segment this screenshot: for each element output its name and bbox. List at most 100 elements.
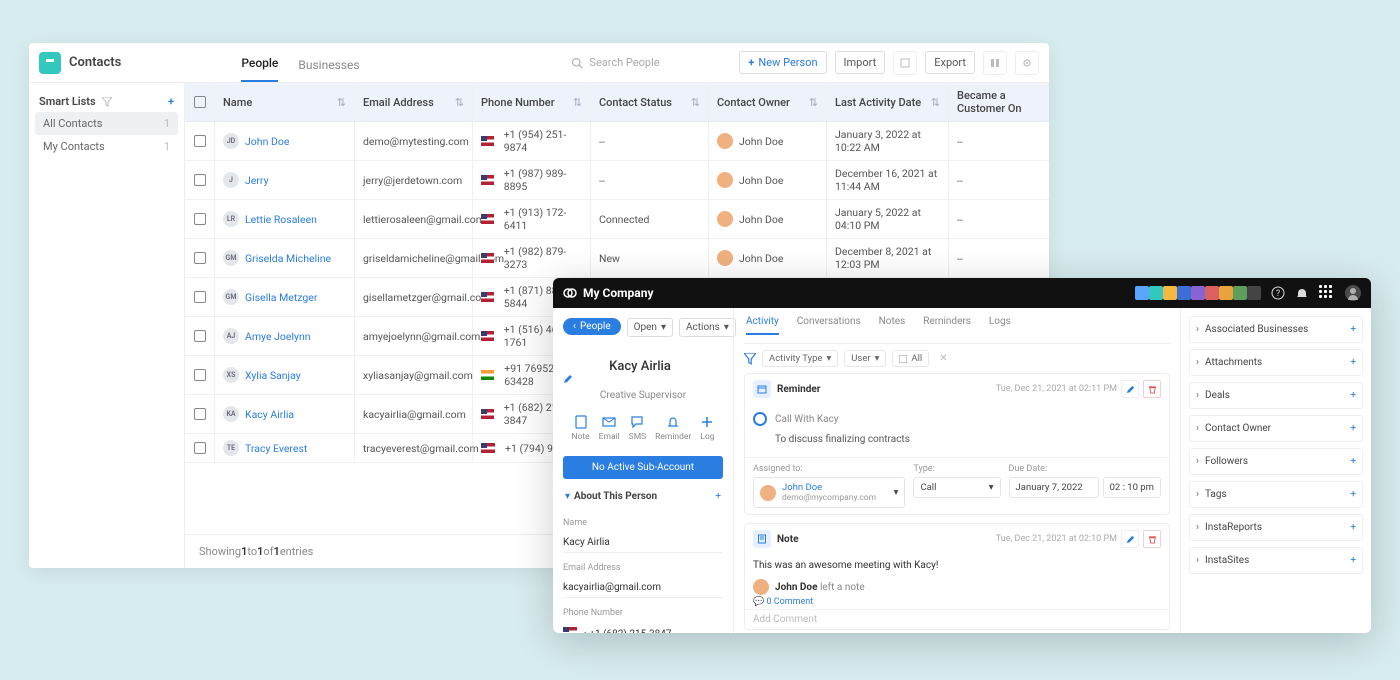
accordion-item[interactable]: ›Attachments+: [1189, 349, 1363, 376]
accordion-item[interactable]: ›InstaReports+: [1189, 514, 1363, 541]
table-row[interactable]: JDJohn Doedemo@mytesting.com+1 (954) 251…: [185, 122, 1049, 161]
field-email-value[interactable]: kacyairlia@gmail.com: [563, 579, 723, 598]
add-button[interactable]: +: [1350, 357, 1356, 368]
row-checkbox[interactable]: [185, 278, 215, 316]
select-all-checkbox[interactable]: [185, 83, 215, 121]
search-input[interactable]: Search People: [571, 56, 731, 69]
add-button[interactable]: +: [1350, 390, 1356, 401]
comment-count[interactable]: 💬 0 Comment: [745, 595, 1169, 609]
accordion-item[interactable]: ›InstaSites+: [1189, 547, 1363, 574]
tab-activity[interactable]: Activity: [746, 316, 779, 335]
row-checkbox[interactable]: [185, 395, 215, 433]
all-filter[interactable]: All: [892, 350, 929, 367]
apps-grid-icon[interactable]: [1319, 285, 1335, 301]
edit-note-button[interactable]: [1121, 530, 1139, 548]
tab-logs[interactable]: Logs: [989, 316, 1011, 335]
row-checkbox[interactable]: [185, 317, 215, 355]
row-checkbox[interactable]: [185, 434, 215, 462]
back-button[interactable]: ‹ People: [563, 318, 621, 335]
filter-icon[interactable]: [744, 353, 756, 365]
add-list-button[interactable]: +: [168, 95, 174, 108]
row-checkbox[interactable]: [185, 356, 215, 394]
contact-link[interactable]: Lettie Rosaleen: [245, 213, 317, 226]
contact-link[interactable]: John Doe: [245, 135, 289, 148]
add-comment-input[interactable]: Add Comment: [745, 609, 1169, 629]
contact-link[interactable]: Kacy Airlia: [245, 408, 294, 421]
assigned-to-select[interactable]: John Doe demo@mycompany.com ▾: [753, 477, 905, 508]
columns-icon[interactable]: [983, 51, 1007, 75]
column-email[interactable]: Email Address⇅: [355, 83, 473, 121]
accordion-item[interactable]: ›Contact Owner+: [1189, 415, 1363, 442]
edit-reminder-button[interactable]: [1121, 380, 1139, 398]
quick-note[interactable]: Note: [571, 415, 589, 442]
column-activity[interactable]: Last Activity Date⇅: [827, 83, 949, 121]
accordion-item[interactable]: ›Associated Businesses+: [1189, 316, 1363, 343]
row-checkbox[interactable]: [185, 239, 215, 277]
app-tile[interactable]: [1135, 286, 1149, 300]
type-select[interactable]: Call▾: [913, 477, 1000, 498]
bell-icon[interactable]: [1295, 286, 1309, 300]
table-row[interactable]: LRLettie Rosaleenlettierosaleen@gmail.co…: [185, 200, 1049, 239]
accordion-item[interactable]: ›Deals+: [1189, 382, 1363, 409]
contact-link[interactable]: Xylia Sanjay: [245, 369, 301, 382]
contact-link[interactable]: Tracy Everest: [245, 442, 307, 455]
app-tile[interactable]: [1149, 286, 1163, 300]
quick-reminder[interactable]: Reminder: [655, 415, 691, 442]
row-checkbox[interactable]: [185, 161, 215, 199]
delete-note-button[interactable]: [1143, 530, 1161, 548]
app-tile[interactable]: [1233, 286, 1247, 300]
status-dropdown[interactable]: Open ▾: [627, 318, 673, 337]
sidebar-item-my-contacts[interactable]: My Contacts 1: [35, 135, 178, 158]
app-tile[interactable]: [1177, 286, 1191, 300]
export-button[interactable]: Export: [925, 51, 975, 74]
tab-notes[interactable]: Notes: [879, 316, 906, 335]
contact-link[interactable]: Amye Joelynn: [245, 330, 311, 343]
quick-sms[interactable]: SMS: [629, 415, 647, 442]
clear-filters-icon[interactable]: ✕: [939, 353, 947, 364]
tab-people[interactable]: People: [241, 44, 278, 82]
add-field-button[interactable]: +: [715, 491, 721, 502]
add-button[interactable]: +: [1350, 456, 1356, 467]
delete-reminder-button[interactable]: [1143, 380, 1161, 398]
tab-businesses[interactable]: Businesses: [298, 46, 359, 82]
table-row[interactable]: JJerryjerry@jerdetown.com+1 (987) 989-88…: [185, 161, 1049, 200]
column-status[interactable]: Contact Status⇅: [591, 83, 709, 121]
contact-link[interactable]: Gisella Metzger: [245, 291, 317, 304]
add-button[interactable]: +: [1350, 489, 1356, 500]
app-tile[interactable]: [1219, 286, 1233, 300]
task-checkbox[interactable]: [753, 412, 767, 426]
row-checkbox[interactable]: [185, 200, 215, 238]
add-button[interactable]: +: [1350, 522, 1356, 533]
actions-dropdown[interactable]: Actions ▾: [679, 318, 736, 337]
column-owner[interactable]: Contact Owner⇅: [709, 83, 827, 121]
new-person-button[interactable]: + New Person: [739, 51, 826, 74]
import-button[interactable]: Import: [835, 51, 886, 74]
gear-icon[interactable]: [1015, 51, 1039, 75]
activity-type-dropdown[interactable]: Activity Type ▾: [762, 350, 838, 367]
due-date-input[interactable]: January 7, 2022: [1009, 477, 1099, 498]
help-icon[interactable]: ?: [1271, 286, 1285, 300]
table-row[interactable]: GMGriselda Michelinegriseldamicheline@gm…: [185, 239, 1049, 278]
edit-icon[interactable]: [563, 374, 723, 384]
quick-log[interactable]: Log: [700, 415, 714, 442]
user-avatar-icon[interactable]: [1345, 285, 1361, 301]
contact-link[interactable]: Griselda Micheline: [245, 252, 331, 265]
add-button[interactable]: +: [1350, 324, 1356, 335]
app-tile[interactable]: [1163, 286, 1177, 300]
column-customer[interactable]: Became a Customer On: [949, 83, 1049, 121]
app-tile[interactable]: [1205, 286, 1219, 300]
app-tile[interactable]: [1191, 286, 1205, 300]
accordion-item[interactable]: ›Tags+: [1189, 481, 1363, 508]
field-name-value[interactable]: Kacy Airlia: [563, 534, 723, 553]
column-phone[interactable]: Phone Number⇅: [473, 83, 591, 121]
filter-icon[interactable]: [102, 97, 112, 107]
about-section-header[interactable]: ▾ About This Person +: [563, 485, 723, 508]
sidebar-item-all-contacts[interactable]: All Contacts 1: [35, 112, 178, 135]
tab-reminders[interactable]: Reminders: [923, 316, 971, 335]
field-phone-value[interactable]: • +1 (682) 215-3847: [563, 624, 723, 633]
tab-conversations[interactable]: Conversations: [797, 316, 861, 335]
row-checkbox[interactable]: [185, 122, 215, 160]
accordion-item[interactable]: ›Followers+: [1189, 448, 1363, 475]
import-icon[interactable]: [893, 51, 917, 75]
user-dropdown[interactable]: User ▾: [844, 350, 886, 367]
